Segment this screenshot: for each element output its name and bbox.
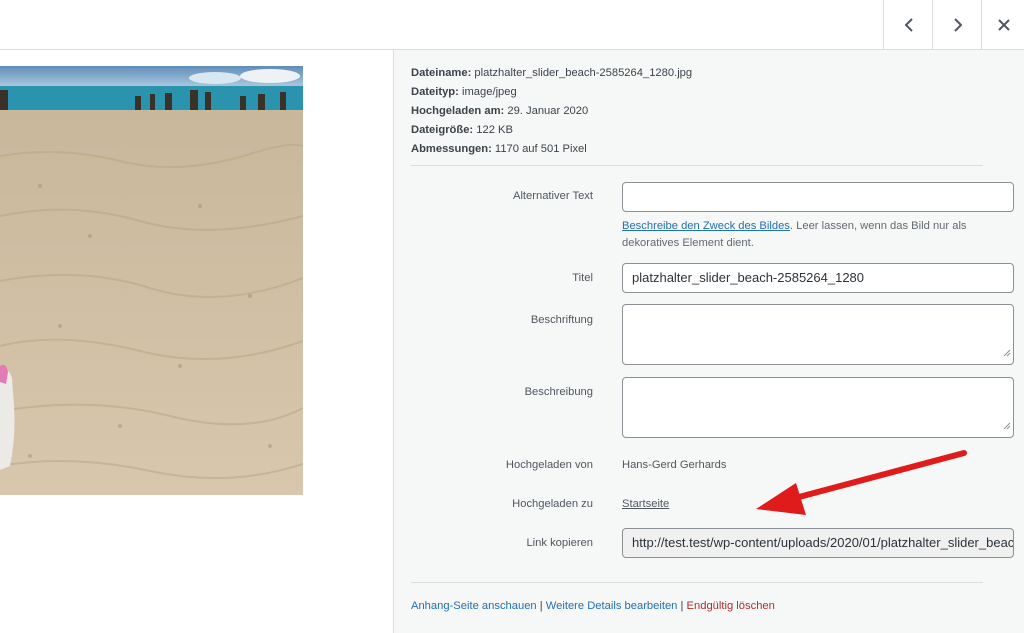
dimensions-value: 1170 auf 501 Pixel [494,143,587,155]
description-label: Beschreibung [524,386,593,398]
filesize-row: Dateigröße: 122 KB [411,121,692,140]
copy-link-input[interactable]: http://test.test/wp-content/uploads/2020… [622,528,1014,558]
title-input[interactable]: platzhalter_slider_beach-2585264_1280 [622,263,1014,293]
filesize-label: Dateigröße: [411,124,474,136]
attachment-media-view [0,50,393,633]
separator: | [536,600,546,612]
modal-header [0,0,1024,50]
uploaded-date-value: 29. Januar 2020 [507,105,589,117]
filename-value: platzhalter_slider_beach-2585264_1280.jp… [474,67,693,79]
close-button[interactable] [981,0,1024,49]
filename-label: Dateiname: [411,67,472,79]
close-icon [997,18,1011,32]
attachment-image [0,66,303,495]
description-textarea[interactable] [622,377,1014,438]
filesize-value: 122 KB [476,124,513,136]
title-label: Titel [572,272,593,284]
uploaded-date-label: Hochgeladen am: [411,105,505,117]
resize-handle-icon[interactable] [1003,344,1011,362]
divider [411,582,983,583]
uploaded-to-label: Hochgeladen zu [512,498,593,510]
alt-text-input[interactable] [622,182,1014,212]
attachment-details-panel: Dateiname: platzhalter_slider_beach-2585… [393,50,1024,633]
uploaded-by-label: Hochgeladen von [505,459,593,471]
uploaded-by-value: Hans-Gerd Gerhards [622,459,727,471]
uploaded-to-link[interactable]: Startseite [622,498,669,510]
view-attachment-link[interactable]: Anhang-Seite anschauen [411,600,537,612]
dimensions-label: Abmessungen: [411,143,492,155]
attachment-actions: Anhang-Seite anschauen | Weitere Details… [411,600,775,612]
chevron-left-icon [903,17,915,33]
alt-text-label: Alternativer Text [512,190,593,202]
uploaded-date-row: Hochgeladen am: 29. Januar 2020 [411,102,692,121]
annotation-arrow-icon [734,443,974,528]
dimensions-row: Abmessungen: 1170 auf 501 Pixel [411,140,692,159]
divider [411,165,983,166]
chevron-right-icon [952,17,964,33]
resize-handle-icon[interactable] [1003,417,1011,435]
caption-label: Beschriftung [530,314,593,326]
edit-details-link[interactable]: Weitere Details bearbeiten [546,600,678,612]
filetype-label: Dateityp: [411,86,459,98]
alt-text-help-link[interactable]: Beschreibe den Zweck des Bildes [622,220,790,232]
file-info: Dateiname: platzhalter_slider_beach-2585… [411,64,692,159]
delete-permanently-link[interactable]: Endgültig löschen [687,600,775,612]
alt-text-help: Beschreibe den Zweck des Bildes. Leer la… [622,218,1002,252]
filetype-row: Dateityp: image/jpeg [411,83,692,102]
next-button[interactable] [932,0,982,49]
separator: | [677,600,687,612]
filetype-value: image/jpeg [461,86,517,98]
previous-button[interactable] [883,0,933,49]
copy-link-label: Link kopieren [526,537,593,549]
caption-textarea[interactable] [622,304,1014,365]
filename-row: Dateiname: platzhalter_slider_beach-2585… [411,64,692,83]
